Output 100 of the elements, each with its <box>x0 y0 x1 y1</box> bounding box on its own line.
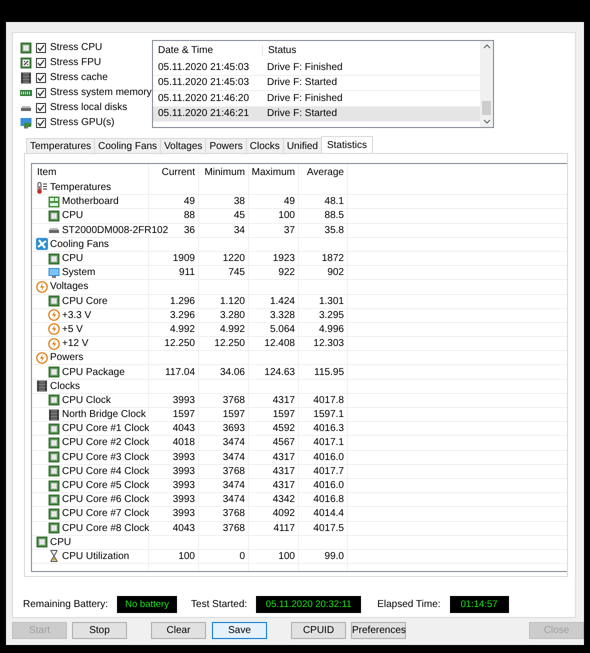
sensor-label: CPU <box>62 210 84 222</box>
table-cell-text: 1597 <box>272 408 296 422</box>
table-cell-text: 4317 <box>272 394 296 407</box>
table-cell-text: 3768 <box>222 394 246 407</box>
status-label: Elapsed Time: <box>377 599 441 610</box>
checkbox[interactable] <box>36 118 46 128</box>
table-cell-text: 745 <box>227 266 246 280</box>
scrollbar-thumb[interactable] <box>482 101 491 115</box>
table-cell-text: 3693 <box>222 422 246 436</box>
checkbox[interactable] <box>36 88 46 98</box>
table-cell-text: 4317 <box>272 450 296 464</box>
tree-group[interactable]: CPU <box>32 536 149 549</box>
table-cell-text: 3768 <box>222 464 246 478</box>
column-header[interactable]: Date & Time <box>153 45 262 56</box>
table-cell-text: 38 <box>232 195 246 208</box>
checkbox[interactable] <box>36 58 46 68</box>
sensor-label: CPU Utilization <box>62 550 130 562</box>
table-cell-text: 4317 <box>272 479 296 492</box>
table-cell-text: 4342 <box>272 493 296 506</box>
table-cell-text: 1597.1 <box>312 408 345 422</box>
tree-group[interactable]: Temperatures <box>32 181 149 194</box>
table-cell-text: 3.295 <box>318 308 345 322</box>
tab[interactable]: Powers <box>205 138 247 153</box>
monitor-icon <box>20 116 32 128</box>
scroll-up-icon[interactable] <box>482 44 490 49</box>
tree-group[interactable]: Cooling Fans <box>32 238 149 251</box>
table-cell-text: 1.296 <box>168 294 196 308</box>
sensor-label: CPU Clock <box>62 394 111 406</box>
tab[interactable]: Cooling Fans <box>94 138 162 153</box>
sensor-label: CPU Core #7 Clock <box>62 508 150 520</box>
checkbox[interactable] <box>36 72 46 82</box>
sensor-label: CPU Core #2 Clock <box>62 437 150 448</box>
tree-group[interactable]: Powers <box>32 351 149 364</box>
checkbox[interactable] <box>36 42 46 52</box>
sensor-label: Motherboard <box>62 196 119 208</box>
checkbox-label: Stress local disks <box>50 102 128 113</box>
column-header[interactable]: Minimum <box>199 164 249 181</box>
table-cell-text: 4017.1 <box>312 436 345 450</box>
action-button[interactable]: Stop <box>72 622 127 639</box>
table-cell-text: 1597 <box>222 408 246 422</box>
log-row[interactable]: 05.11.2020 21:46:21 Drive F: Started <box>153 106 480 122</box>
group-label: Voltages <box>50 281 88 292</box>
tab[interactable]: Clocks <box>246 138 284 153</box>
tab[interactable]: Unified <box>282 138 322 153</box>
table-cell-text: 3993 <box>172 450 196 464</box>
table-cell-text: 3993 <box>172 493 196 506</box>
table-cell-text: 45 <box>232 209 246 223</box>
group-label: Temperatures <box>50 182 112 194</box>
table-cell-text: 922 <box>277 266 296 280</box>
column-header[interactable]: Item <box>32 164 149 181</box>
sensor-label: ST2000DM008-2FR102 <box>62 224 168 236</box>
table-cell-text: 4016.0 <box>312 450 345 464</box>
tab[interactable]: Temperatures <box>26 138 96 153</box>
table-cell-text: 902 <box>326 266 345 280</box>
thermometer-icon <box>36 182 48 194</box>
table-cell-text: 3474 <box>222 493 246 506</box>
column-header[interactable]: Current <box>149 164 199 181</box>
log-time: 05.11.2020 21:45:03 <box>157 62 250 73</box>
tree-group[interactable]: Clocks <box>32 380 149 393</box>
tab[interactable]: Voltages <box>160 138 206 153</box>
table-cell-text: 12.408 <box>263 337 296 350</box>
column-header[interactable]: Maximum <box>249 164 299 181</box>
table-cell-text: 4.992 <box>168 322 196 336</box>
checkbox[interactable] <box>36 102 46 112</box>
table-cell-text: 12.250 <box>163 337 196 350</box>
log-time: 05.11.2020 21:45:03 <box>157 77 250 88</box>
table-cell-text: 4592 <box>272 422 296 436</box>
table-cell-text: 3768 <box>222 522 246 535</box>
action-button[interactable]: Preferences <box>351 622 406 639</box>
log-status: Drive F: Started <box>266 77 338 88</box>
action-button[interactable]: Clear <box>151 622 206 639</box>
sensor-label: +5 V <box>62 324 83 335</box>
group-label: Powers <box>50 352 84 364</box>
table-cell-text: 4016.8 <box>312 493 345 506</box>
table-cell-text: 3.296 <box>168 308 196 322</box>
bolt-icon <box>48 309 60 322</box>
chip-icon <box>20 42 32 54</box>
column-header[interactable]: Average <box>299 164 348 181</box>
tab[interactable]: Statistics <box>320 136 373 153</box>
sensor-label: +3.3 V <box>62 310 92 321</box>
checkbox-label: Stress CPU <box>50 42 102 53</box>
action-button[interactable]: CPUID <box>291 622 346 639</box>
checkbox-label: Stress cache <box>50 72 108 83</box>
table-cell-text: 4.996 <box>318 322 345 336</box>
tree-group[interactable]: Voltages <box>32 280 149 294</box>
table-cell-text: 4017.8 <box>312 394 345 407</box>
status-value: 01:14:57 <box>450 596 509 613</box>
log-time: 05.11.2020 21:46:20 <box>157 92 250 104</box>
log-row[interactable]: 05.11.2020 21:45:03 Drive F: Finished <box>153 60 480 76</box>
table-cell-text: 1909 <box>172 252 196 266</box>
table-cell-text: 49 <box>182 195 196 208</box>
sensor-label: CPU Package <box>62 366 125 378</box>
sensor-label: CPU <box>62 253 84 264</box>
action-button[interactable]: Save <box>212 622 267 639</box>
table-cell-text: 4117 <box>272 522 296 535</box>
log-row[interactable]: 05.11.2020 21:45:03 Drive F: Started <box>153 76 480 91</box>
sensor-label: System <box>62 267 96 278</box>
chip-icon <box>36 380 48 392</box>
hourglass-icon <box>48 550 60 562</box>
scroll-down-icon[interactable] <box>482 119 490 124</box>
